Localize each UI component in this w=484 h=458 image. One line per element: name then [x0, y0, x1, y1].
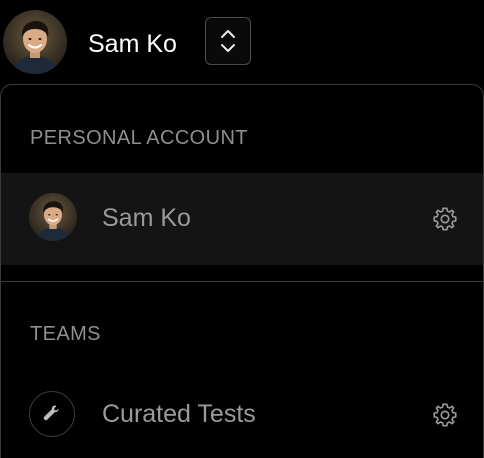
user-avatar[interactable] [3, 10, 67, 74]
personal-account-item[interactable]: Sam Ko [1, 173, 483, 265]
gear-icon [433, 207, 457, 231]
current-user-name[interactable]: Sam Ko [88, 26, 177, 62]
avatar-image [29, 193, 77, 241]
team-name: Curated Tests [102, 400, 256, 428]
personal-account-heading: PERSONAL ACCOUNT [30, 127, 248, 149]
user-avatar [29, 193, 77, 241]
account-dropdown: PERSONAL ACCOUNT Sam Ko TEAMS Curated Te… [0, 84, 484, 458]
header: Sam Ko [0, 0, 484, 84]
team-avatar [29, 391, 75, 437]
avatar-image [3, 10, 67, 74]
chevron-up-down-icon [221, 30, 235, 52]
wrench-icon [43, 405, 59, 421]
team-item[interactable]: Curated Tests [1, 369, 483, 458]
section-divider [1, 281, 483, 282]
teams-heading: TEAMS [30, 323, 101, 345]
account-switcher-button[interactable] [205, 17, 251, 65]
team-settings-button[interactable] [431, 401, 459, 429]
personal-settings-button[interactable] [431, 205, 459, 233]
gear-icon [433, 403, 457, 427]
account-switcher-screen: Sam Ko PERSONAL ACCOUNT Sam Ko TEAMS Cur… [0, 0, 484, 458]
personal-account-name: Sam Ko [102, 204, 191, 232]
